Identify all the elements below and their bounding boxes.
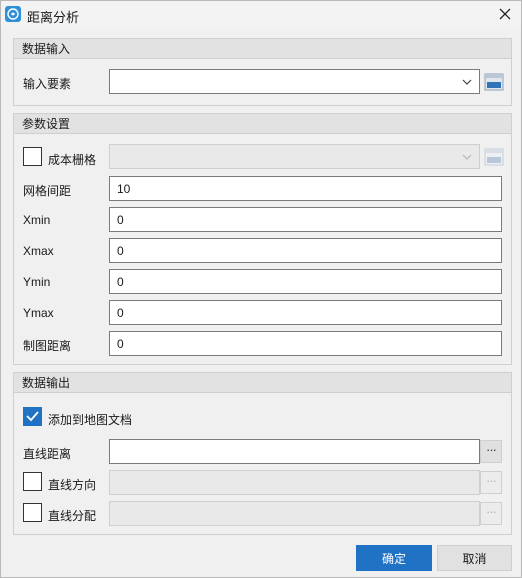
straight-distance-browse-button[interactable]: ··· xyxy=(480,440,502,463)
layer-open-icon xyxy=(484,73,504,91)
input-feature-select[interactable] xyxy=(109,69,480,94)
xmax-value: 0 xyxy=(117,244,124,258)
map-distance-value: 0 xyxy=(117,337,124,351)
window-title: 距离分析 xyxy=(27,10,80,25)
straight-distance-label: 直线距离 xyxy=(23,447,72,461)
title-bar: 距离分析 xyxy=(1,1,521,27)
xmin-label: Xmin xyxy=(23,213,51,227)
close-icon xyxy=(499,8,511,20)
params-header: 参数设置 xyxy=(14,114,511,134)
straight-allocation-browse-button[interactable]: ··· xyxy=(480,502,502,525)
chevron-down-icon xyxy=(462,154,472,160)
data-output-header: 数据输出 xyxy=(14,373,511,393)
xmin-input[interactable]: 0 xyxy=(109,207,502,232)
chevron-down-icon xyxy=(462,79,472,85)
xmin-value: 0 xyxy=(117,213,124,227)
add-to-map-label: 添加到地图文档 xyxy=(48,413,133,427)
app-logo-icon xyxy=(5,6,21,22)
xmax-input[interactable]: 0 xyxy=(109,238,502,263)
ymin-label: Ymin xyxy=(23,275,51,289)
distance-analysis-dialog: 距离分析 数据输入 输入要素 参数设置 成本栅格 网格间距 10 Xmin 0 … xyxy=(0,0,522,578)
input-feature-label: 输入要素 xyxy=(23,77,72,91)
straight-allocation-checkbox[interactable] xyxy=(23,503,42,522)
add-to-map-checkbox[interactable] xyxy=(23,407,42,426)
grid-spacing-input[interactable]: 10 xyxy=(109,176,502,201)
ok-button[interactable]: 确定 xyxy=(356,545,432,571)
straight-direction-checkbox[interactable] xyxy=(23,472,42,491)
straight-direction-input[interactable] xyxy=(109,470,480,495)
ymax-input[interactable]: 0 xyxy=(109,300,502,325)
cost-raster-label: 成本栅格 xyxy=(48,153,97,167)
cost-raster-select[interactable] xyxy=(109,144,480,169)
straight-direction-label: 直线方向 xyxy=(48,478,97,492)
cost-raster-checkbox[interactable] xyxy=(23,147,42,166)
open-raster-button[interactable] xyxy=(484,147,504,167)
ymin-input[interactable]: 0 xyxy=(109,269,502,294)
straight-allocation-input[interactable] xyxy=(109,501,480,526)
close-button[interactable] xyxy=(495,4,515,24)
data-input-header: 数据输入 xyxy=(14,39,511,59)
straight-distance-input[interactable] xyxy=(109,439,480,464)
grid-spacing-label: 网格间距 xyxy=(23,184,72,198)
map-distance-label: 制图距离 xyxy=(23,339,72,353)
grid-spacing-value: 10 xyxy=(117,182,131,196)
map-distance-input[interactable]: 0 xyxy=(109,331,502,356)
open-layer-button[interactable] xyxy=(484,72,504,92)
ymax-value: 0 xyxy=(117,306,124,320)
ymin-value: 0 xyxy=(117,275,124,289)
checkmark-icon xyxy=(26,411,39,422)
raster-open-icon xyxy=(484,148,504,166)
cancel-button[interactable]: 取消 xyxy=(437,545,512,571)
straight-allocation-label: 直线分配 xyxy=(48,509,97,523)
xmax-label: Xmax xyxy=(23,244,54,258)
straight-direction-browse-button[interactable]: ··· xyxy=(480,471,502,494)
ymax-label: Ymax xyxy=(23,306,54,320)
